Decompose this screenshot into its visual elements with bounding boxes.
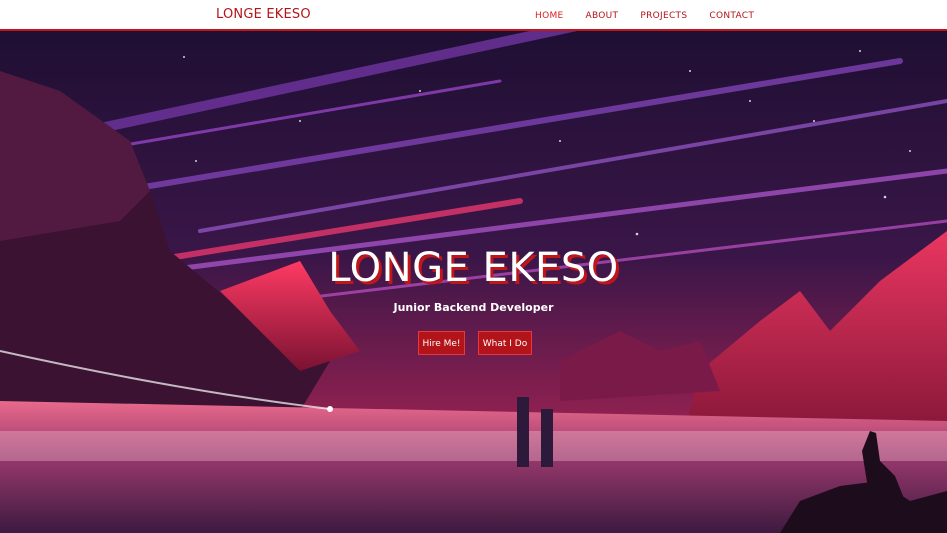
hero-title: LONGE EKESO bbox=[328, 245, 619, 291]
nav-link-contact[interactable]: CONTACT bbox=[709, 11, 754, 21]
hire-me-button[interactable]: Hire Me! bbox=[418, 331, 465, 355]
brand-logo[interactable]: LONGE EKESO bbox=[216, 7, 311, 22]
navbar: LONGE EKESO HOME ABOUT PROJECTS CONTACT bbox=[0, 0, 947, 31]
hero-section: LONGE EKESO Junior Backend Developer Hir… bbox=[0, 31, 947, 533]
nav-link-home[interactable]: HOME bbox=[535, 11, 564, 21]
nav-menu: HOME ABOUT PROJECTS CONTACT bbox=[535, 0, 776, 31]
hero-subtitle: Junior Backend Developer bbox=[393, 301, 554, 314]
nav-link-about[interactable]: ABOUT bbox=[586, 11, 619, 21]
hero-content: LONGE EKESO Junior Backend Developer Hir… bbox=[0, 31, 947, 533]
what-i-do-button[interactable]: What I Do bbox=[478, 331, 532, 355]
nav-link-projects[interactable]: PROJECTS bbox=[640, 11, 687, 21]
